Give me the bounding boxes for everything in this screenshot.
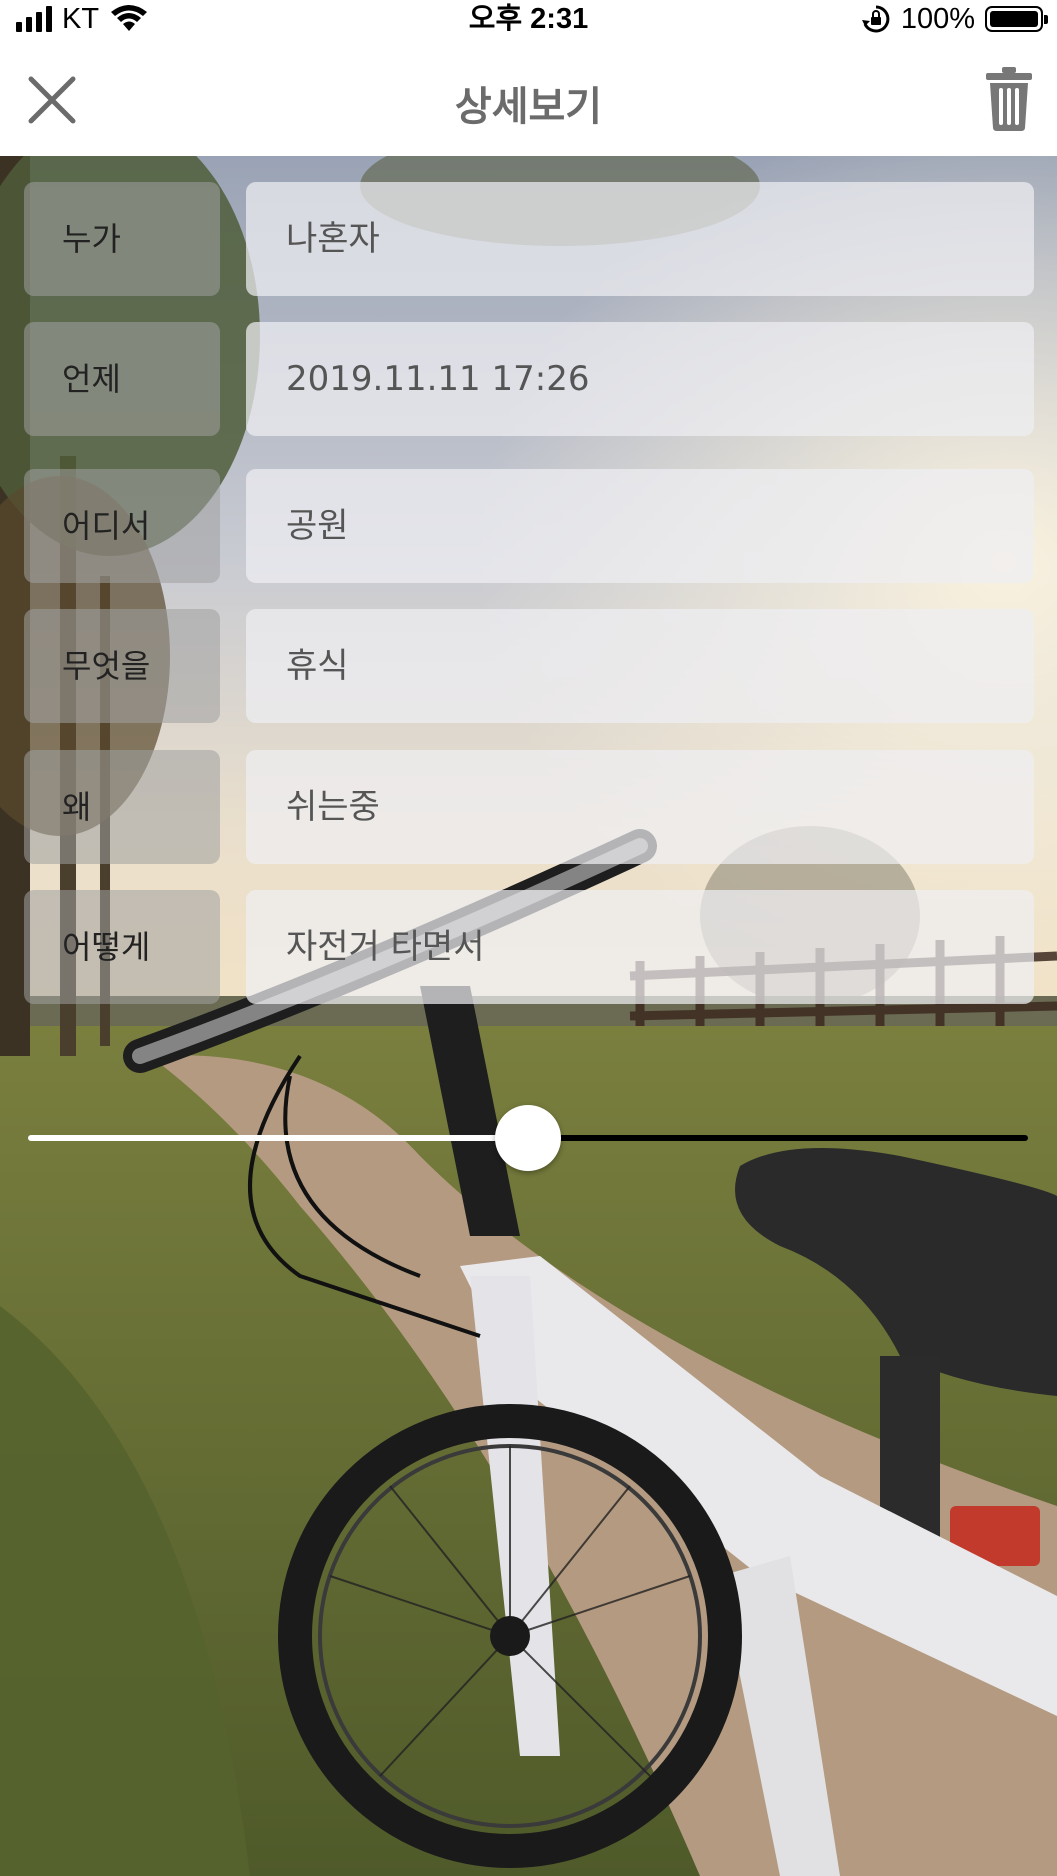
battery-icon [985, 6, 1048, 32]
slider-thumb[interactable] [495, 1105, 561, 1171]
detail-label: 누가 [24, 182, 220, 296]
orientation-lock-icon [861, 5, 890, 33]
detail-value[interactable]: 자전거 타면서 [246, 890, 1034, 1004]
detail-row-how: 어떻게 자전거 타면서 [24, 890, 1034, 1004]
slider-track-remaining [528, 1135, 1028, 1141]
playback-slider[interactable] [28, 1105, 1028, 1171]
detail-label: 어떻게 [24, 890, 220, 1004]
detail-row-why: 왜 쉬는중 [24, 750, 1034, 864]
detail-label: 무엇을 [24, 609, 220, 723]
detail-value[interactable]: 쉬는중 [246, 750, 1034, 864]
detail-row-where: 어디서 공원 [24, 469, 1034, 583]
detail-value[interactable]: 공원 [246, 469, 1034, 583]
detail-value[interactable]: 나혼자 [246, 182, 1034, 296]
detail-label: 언제 [24, 322, 220, 436]
detail-value[interactable]: 2019.11.11 17:26 [246, 322, 1034, 436]
status-bar: KT 오후 2:31 100% [0, 0, 1057, 38]
navigation-bar: 상세보기 [0, 38, 1057, 156]
battery-percent: 100% [900, 2, 975, 35]
detail-row-who: 누가 나혼자 [24, 182, 1034, 296]
detail-row-what: 무엇을 휴식 [24, 609, 1034, 723]
page-title: 상세보기 [454, 84, 603, 130]
detail-label: 어디서 [24, 469, 220, 583]
detail-row-when: 언제 2019.11.11 17:26 [24, 322, 1034, 436]
detail-label: 왜 [24, 750, 220, 864]
detail-value[interactable]: 휴식 [246, 609, 1034, 723]
trash-icon[interactable] [985, 66, 1033, 132]
slider-track-filled [28, 1135, 528, 1141]
